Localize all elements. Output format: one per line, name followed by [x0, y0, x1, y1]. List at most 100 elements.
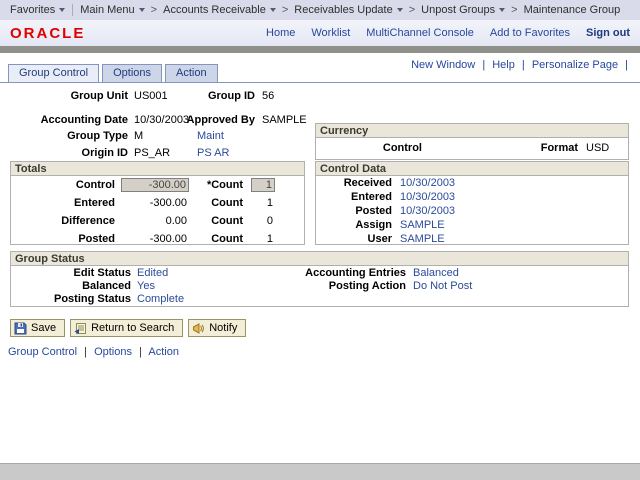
currency-groupbox: Currency Control Format USD	[315, 123, 629, 160]
tab-action[interactable]: Action	[165, 64, 218, 82]
divider	[72, 4, 73, 16]
accounting-date-label: Accounting Date	[0, 113, 128, 127]
group-type-description: Maint	[197, 129, 224, 143]
nav-favorites-label: Favorites	[10, 4, 55, 16]
separator: |	[139, 346, 142, 358]
assign-value: SAMPLE	[400, 218, 445, 232]
totals-control-label: Control	[11, 178, 115, 192]
balanced-label: Balanced	[11, 279, 131, 293]
header-divider-strip	[0, 46, 640, 53]
nav-maintenance-group-label: Maintenance Group	[524, 4, 621, 16]
totals-groupbox-body: Control *Count Entered -300.00 Count 1 D…	[11, 178, 304, 248]
footer-link-options[interactable]: Options	[94, 346, 132, 358]
control-data-row: Entered 10/30/2003	[316, 190, 628, 204]
control-data-groupbox-body: Received 10/30/2003 Entered 10/30/2003 P…	[316, 176, 628, 246]
add-to-favorites-link[interactable]: Add to Favorites	[490, 27, 570, 39]
save-button[interactable]: Save	[10, 319, 65, 337]
totals-entered-label: Entered	[11, 196, 115, 210]
received-value: 10/30/2003	[400, 176, 455, 190]
totals-control-input	[121, 178, 189, 192]
user-label: User	[316, 232, 392, 246]
totals-entered-count-value: 1	[249, 196, 273, 210]
totals-entered-count-label: Count	[193, 196, 243, 210]
totals-posted-value: -300.00	[121, 232, 187, 246]
currency-groupbox-title: Currency	[316, 124, 628, 138]
tab-bar: Group Control Options Action New Window …	[0, 56, 640, 83]
group-status-groupbox-body: Edit Status Edited Accounting Entries Ba…	[11, 266, 628, 305]
totals-groupbox: Totals Control *Count Entered -300.00 Co…	[10, 161, 305, 245]
save-icon	[14, 322, 27, 335]
bottom-gray-band	[0, 463, 640, 480]
group-unit-label: Group Unit	[0, 89, 128, 103]
approved-by-label: Approved By	[155, 113, 255, 127]
nav-unpost-groups[interactable]: Unpost Groups	[421, 4, 505, 16]
new-window-link[interactable]: New Window	[411, 59, 475, 71]
toolbar: Save Return to Search	[10, 319, 251, 337]
tab-options[interactable]: Options	[102, 64, 162, 82]
sign-out-link[interactable]: Sign out	[586, 27, 630, 39]
balanced-value: Yes	[137, 279, 155, 293]
dropdown-arrow-icon	[397, 8, 403, 12]
return-to-search-button[interactable]: Return to Search	[70, 319, 183, 337]
posted-value: 10/30/2003	[400, 204, 455, 218]
totals-difference-label: Difference	[11, 214, 115, 228]
footer-link-action[interactable]: Action	[148, 346, 179, 358]
group-status-row: Posting Status Complete	[11, 292, 628, 305]
group-id-label: Group ID	[155, 89, 255, 103]
posting-status-label: Posting Status	[11, 292, 131, 306]
nav-receivables-update[interactable]: Receivables Update	[294, 4, 402, 16]
separator: |	[84, 346, 87, 358]
currency-control-label: Control	[346, 141, 422, 155]
help-link[interactable]: Help	[492, 59, 515, 71]
multichannel-console-link[interactable]: MultiChannel Console	[366, 27, 474, 39]
assign-label: Assign	[316, 218, 392, 232]
currency-format-label: Format	[512, 141, 578, 155]
nav-favorites[interactable]: Favorites	[10, 4, 65, 16]
edit-status-value: Edited	[137, 266, 168, 280]
control-data-groupbox-title: Control Data	[316, 162, 628, 176]
origin-id-label: Origin ID	[0, 146, 128, 160]
nav-accounts-receivable[interactable]: Accounts Receivable	[163, 4, 276, 16]
control-data-row: Posted 10/30/2003	[316, 204, 628, 218]
totals-posted-label: Posted	[11, 232, 115, 246]
entered-value: 10/30/2003	[400, 190, 455, 204]
notify-button[interactable]: Notify	[188, 319, 246, 337]
return-to-search-icon	[74, 322, 87, 335]
approved-by-value: SAMPLE	[262, 113, 307, 127]
dropdown-arrow-icon	[139, 8, 145, 12]
posting-action-label: Posting Action	[286, 279, 406, 293]
breadcrumb-separator: >	[511, 4, 517, 16]
group-type-label: Group Type	[0, 129, 128, 143]
breadcrumb: Favorites Main Menu > Accounts Receivabl…	[0, 0, 640, 20]
nav-main-menu-label: Main Menu	[80, 4, 134, 16]
totals-control-count-input	[251, 178, 275, 192]
footer-links: Group Control | Options | Action	[8, 346, 179, 358]
totals-row-difference: Difference 0.00 Count 0	[11, 214, 304, 230]
nav-main-menu[interactable]: Main Menu	[80, 4, 144, 16]
breadcrumb-separator: >	[282, 4, 288, 16]
page-header: ORACLE Home Worklist MultiChannel Consol…	[0, 20, 640, 46]
separator: |	[625, 59, 628, 71]
main-content: Group Unit US001 Group ID 56 Accounting …	[0, 83, 640, 480]
nav-accounts-receivable-label: Accounts Receivable	[163, 4, 266, 16]
home-link[interactable]: Home	[266, 27, 295, 39]
save-button-label: Save	[31, 322, 56, 334]
totals-entered-value: -300.00	[121, 196, 187, 210]
control-data-groupbox: Control Data Received 10/30/2003 Entered…	[315, 161, 629, 245]
personalize-page-link[interactable]: Personalize Page	[532, 59, 618, 71]
footer-link-group-control[interactable]: Group Control	[8, 346, 77, 358]
totals-posted-count-label: Count	[193, 232, 243, 246]
tab-group-control[interactable]: Group Control	[8, 64, 99, 82]
group-status-groupbox: Group Status Edit Status Edited Accounti…	[10, 251, 629, 307]
nav-receivables-update-label: Receivables Update	[294, 4, 392, 16]
return-to-search-button-label: Return to Search	[91, 322, 174, 334]
page-utility-links: New Window | Help | Personalize Page |	[411, 59, 632, 71]
nav-maintenance-group: Maintenance Group	[524, 4, 621, 16]
edit-status-label: Edit Status	[11, 266, 131, 280]
control-data-row: User SAMPLE	[316, 232, 628, 246]
control-data-row: Received 10/30/2003	[316, 176, 628, 190]
origin-id-value: PS_AR	[134, 146, 170, 160]
worklist-link[interactable]: Worklist	[311, 27, 350, 39]
totals-row-entered: Entered -300.00 Count 1	[11, 196, 304, 212]
received-label: Received	[316, 176, 392, 190]
